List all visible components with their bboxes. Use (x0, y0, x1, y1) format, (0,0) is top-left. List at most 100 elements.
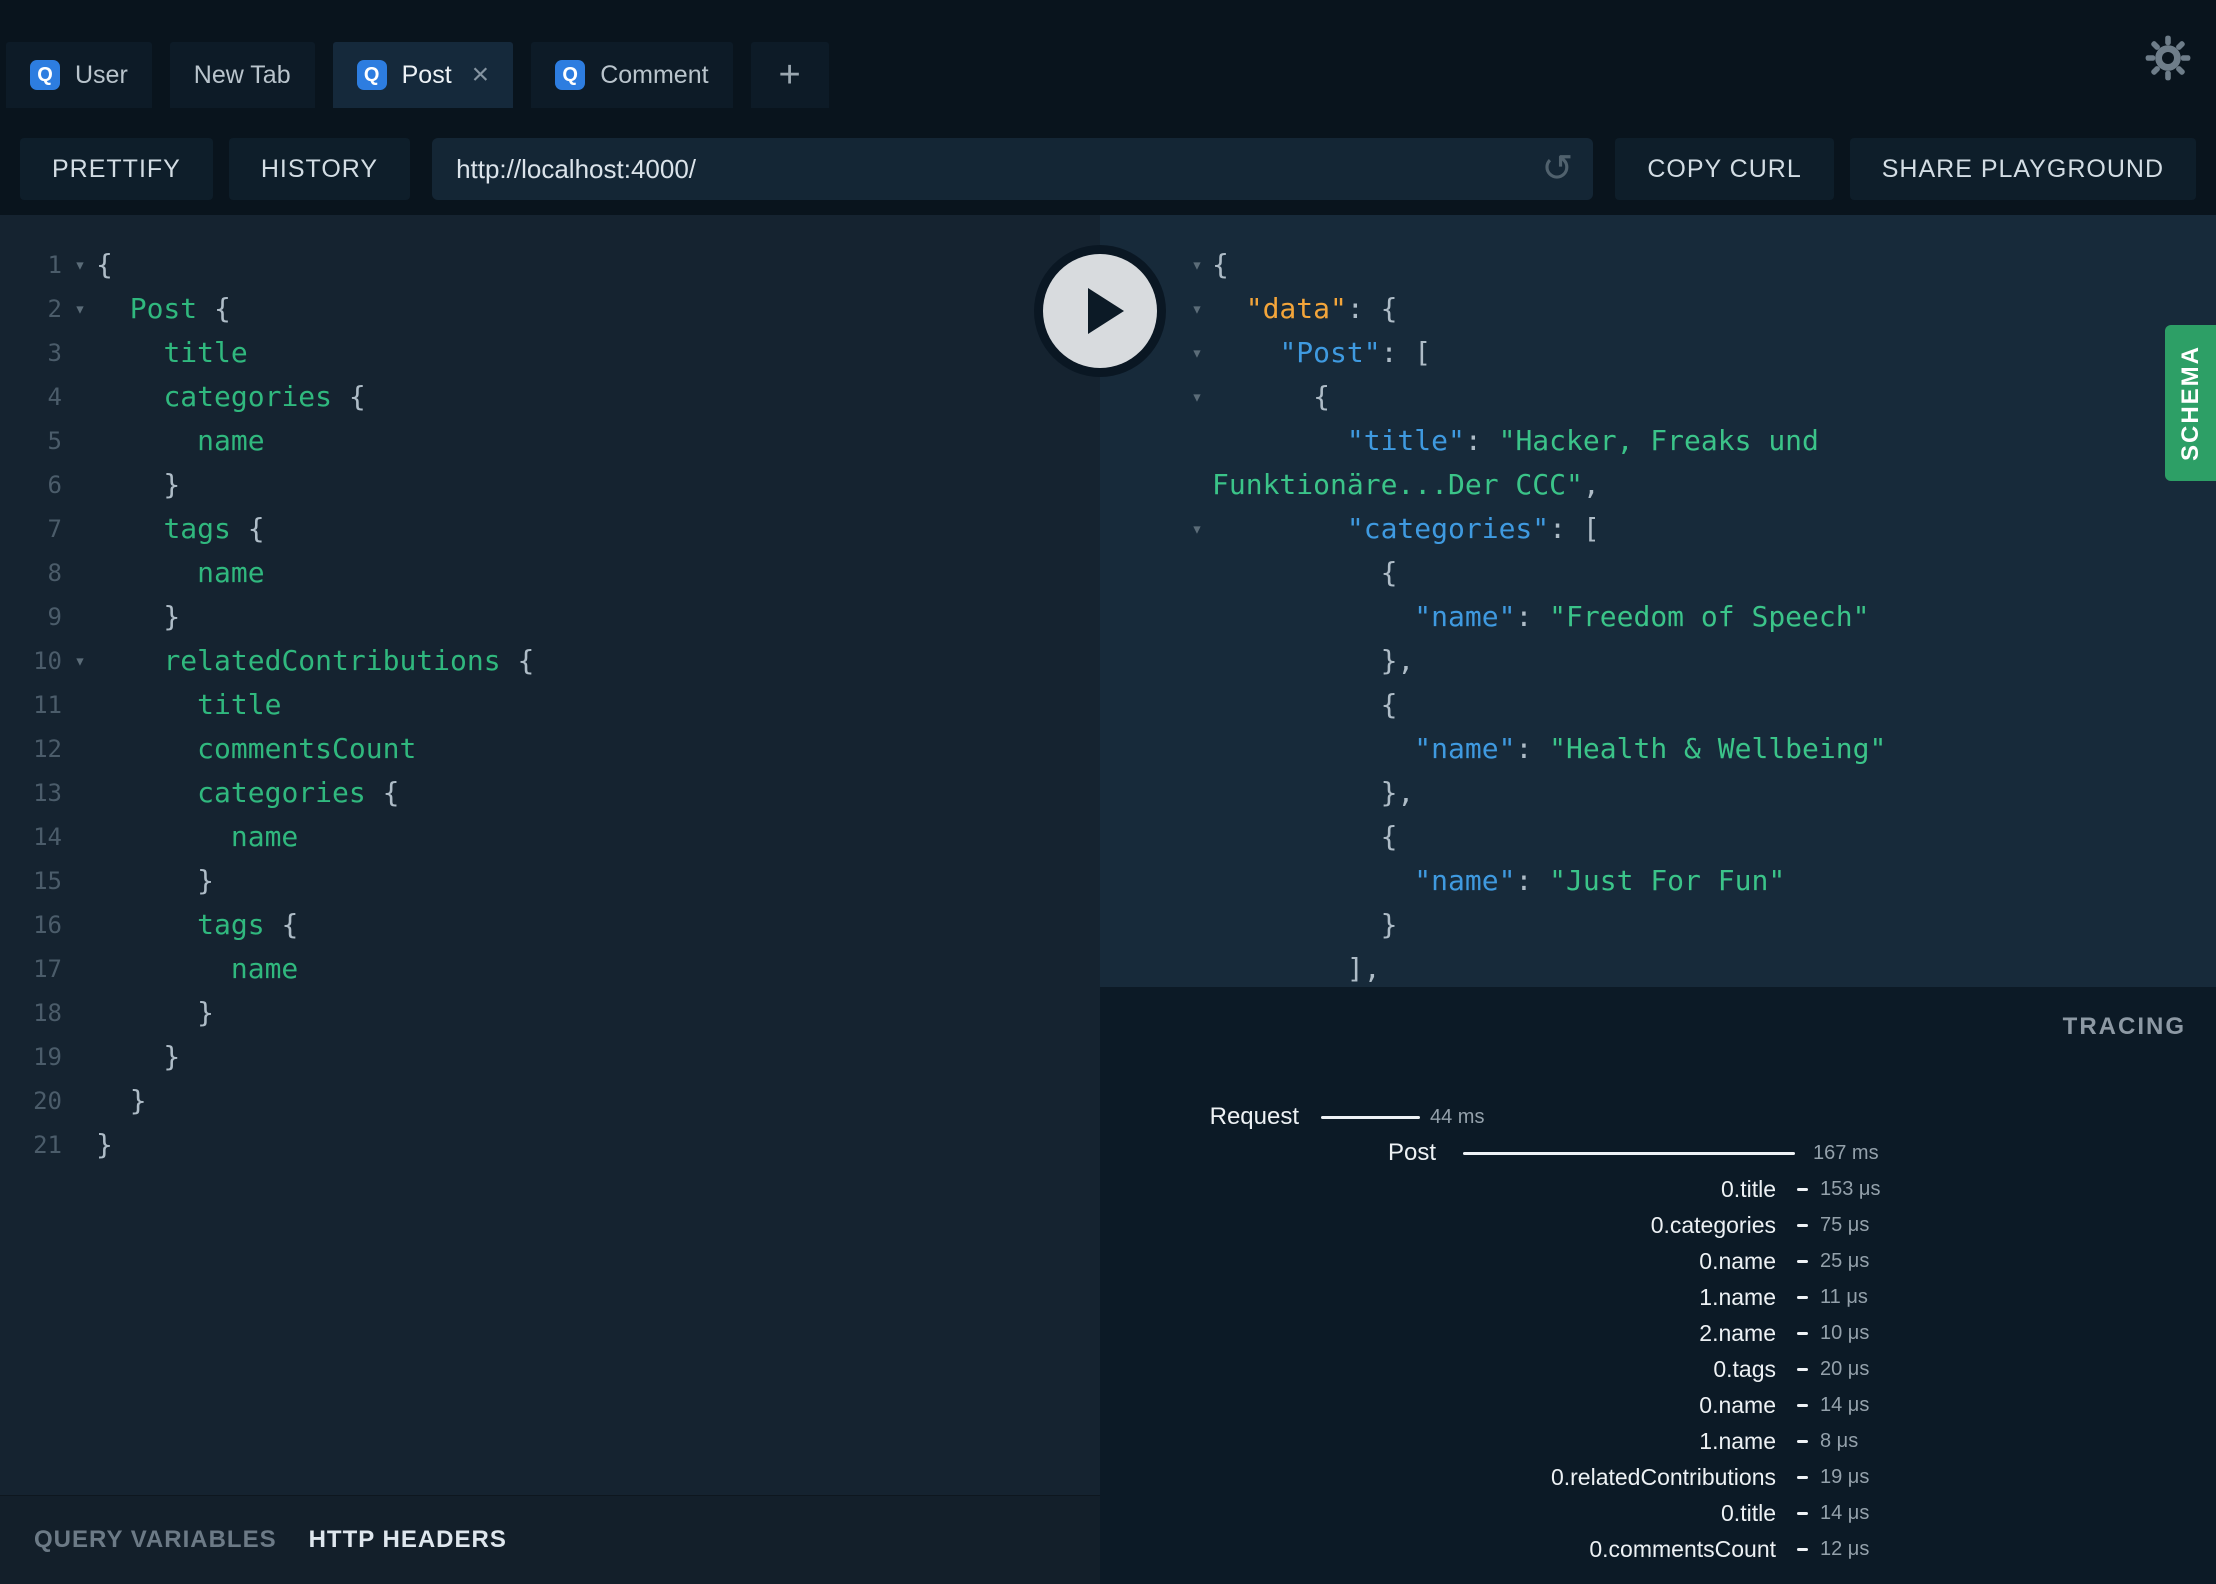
tracing-time: 153 μs (1820, 1178, 1881, 1200)
tracing-label: Request (1209, 1103, 1299, 1130)
plus-icon: + (778, 53, 801, 96)
line-number: 2 (47, 295, 62, 323)
tab-label: New Tab (193, 60, 291, 89)
query-code-line[interactable]: 17 name (0, 947, 1100, 991)
tracing-time: 14 μs (1820, 1502, 1870, 1524)
tab-comment[interactable]: Q Comment (531, 42, 733, 108)
execute-query-button[interactable] (1034, 245, 1166, 377)
tab-label: Post (401, 60, 452, 89)
fold-arrow-icon[interactable]: ▾ (1184, 331, 1210, 375)
query-code-line[interactable]: 8 name (0, 551, 1100, 595)
query-code-line[interactable]: 3 title (0, 331, 1100, 375)
line-number: 7 (47, 515, 62, 543)
response-text: { (1212, 820, 1398, 853)
tab-post[interactable]: Q Post × (332, 42, 514, 108)
query-badge: Q (555, 60, 586, 90)
tracing-label: Post (1387, 1139, 1436, 1166)
line-number: 4 (47, 383, 62, 411)
query-code-line[interactable]: 1 ▾{ (0, 243, 1100, 287)
duration-bar (1797, 1224, 1808, 1227)
query-code-line[interactable]: 19 } (0, 1035, 1100, 1079)
query-code-line[interactable]: 20 } (0, 1079, 1100, 1123)
code-text: commentsCount (197, 732, 417, 765)
history-button[interactable]: HISTORY (228, 138, 411, 200)
tracing-row: 0.name 25 μs (1100, 1243, 2216, 1279)
code-text: name (230, 820, 299, 853)
response-line: ▾ { (1100, 375, 2216, 419)
response-line: { (1100, 551, 2216, 595)
main-area: 1 ▾{2 ▾ Post {3 title 4 categories {5 name 6… (0, 215, 2216, 1584)
duration-bar (1463, 1152, 1795, 1155)
code-text: relatedContributions { (163, 644, 535, 677)
schema-tab[interactable]: SCHEMA (2165, 325, 2216, 481)
response-text: { (1212, 556, 1398, 589)
close-icon[interactable]: × (472, 60, 490, 90)
query-code-line[interactable]: 2 ▾ Post { (0, 287, 1100, 331)
copy-curl-button[interactable]: COPY CURL (1615, 138, 1834, 200)
prettify-button[interactable]: PRETTIFY (20, 138, 213, 200)
duration-bar (1797, 1332, 1808, 1335)
fold-arrow-icon[interactable]: ▾ (66, 287, 94, 331)
tab-label: Comment (600, 60, 709, 89)
response-line: { (1100, 683, 2216, 727)
tracing-time: 75 μs (1820, 1214, 1870, 1236)
query-variables-tab[interactable]: QUERY VARIABLES (34, 1526, 277, 1554)
tab-new-tab[interactable]: New Tab (169, 42, 315, 108)
response-line: } (1100, 903, 2216, 947)
duration-bar (1797, 1512, 1808, 1515)
add-tab-button[interactable]: + (750, 42, 829, 108)
fold-arrow-icon[interactable]: ▾ (1184, 507, 1210, 551)
query-code-line[interactable]: 5 name (0, 419, 1100, 463)
query-code-line[interactable]: 18 } (0, 991, 1100, 1035)
query-code-line[interactable]: 6 } (0, 463, 1100, 507)
endpoint-url-input[interactable] (432, 138, 1594, 200)
tracing-label: 0.name (1699, 1248, 1776, 1274)
line-number: 10 (33, 647, 62, 675)
response-text: "title": "Hacker, Freaks und Funktionäre… (1212, 424, 1836, 501)
response-text: "name": "Health & Wellbeing" (1414, 732, 1887, 765)
code-text: title (163, 336, 248, 369)
query-code-line[interactable]: 13 categories { (0, 771, 1100, 815)
share-playground-button[interactable]: SHARE PLAYGROUND (1849, 138, 2196, 200)
editor-footer: QUERY VARIABLES HTTP HEADERS (0, 1495, 1100, 1584)
response-line: ▾ "Post": [ (1100, 331, 2216, 375)
tracing-row: Request 44 ms (1100, 1099, 2216, 1135)
query-code-line[interactable]: 16 tags { (0, 903, 1100, 947)
query-editor-lines[interactable]: 1 ▾{2 ▾ Post {3 title 4 categories {5 name 6… (0, 215, 1100, 1495)
fold-arrow-icon[interactable]: ▾ (1184, 243, 1210, 287)
fold-arrow-icon[interactable]: ▾ (66, 243, 94, 287)
line-number: 5 (47, 427, 62, 455)
fold-arrow-icon[interactable]: ▾ (1184, 375, 1210, 419)
query-code-line[interactable]: 14 name (0, 815, 1100, 859)
settings-gear-icon[interactable] (2144, 34, 2192, 82)
query-code-line[interactable]: 7 tags { (0, 507, 1100, 551)
tab-user[interactable]: Q User (6, 42, 152, 108)
query-code-line[interactable]: 12 commentsCount (0, 727, 1100, 771)
query-code-line[interactable]: 10 ▾ relatedContributions { (0, 639, 1100, 683)
tracing-rows: Request 44 ms Post 167 ms 0.title 153 μs 0.cat… (1100, 1099, 2216, 1567)
code-text: } (96, 1128, 113, 1161)
fold-arrow-icon[interactable]: ▾ (1184, 287, 1210, 331)
tracing-label: 0.relatedContributions (1550, 1464, 1776, 1490)
tracing-label: 2.name (1699, 1320, 1776, 1346)
line-number: 18 (33, 999, 62, 1027)
query-code-line[interactable]: 9 } (0, 595, 1100, 639)
duration-bar (1797, 1440, 1808, 1443)
http-headers-tab[interactable]: HTTP HEADERS (309, 1526, 507, 1554)
tracing-time: 20 μs (1820, 1358, 1870, 1380)
query-code-line[interactable]: 21} (0, 1123, 1100, 1167)
query-code-line[interactable]: 15 } (0, 859, 1100, 903)
line-number: 3 (47, 339, 62, 367)
line-number: 21 (33, 1131, 62, 1159)
fold-arrow-icon[interactable]: ▾ (66, 639, 94, 683)
line-number: 15 (33, 867, 62, 895)
line-number: 13 (33, 779, 62, 807)
response-text: "categories": [ (1346, 512, 1600, 545)
response-text: { (1212, 248, 1229, 281)
query-code-line[interactable]: 4 categories { (0, 375, 1100, 419)
code-text: name (197, 424, 265, 457)
reload-icon[interactable]: ↺ (1541, 150, 1573, 188)
query-code-line[interactable]: 11 title (0, 683, 1100, 727)
response-lines: ▾{▾ "data": {▾ "Post": [▾ { "title": "Ha… (1100, 215, 2216, 987)
line-number: 20 (33, 1087, 62, 1115)
